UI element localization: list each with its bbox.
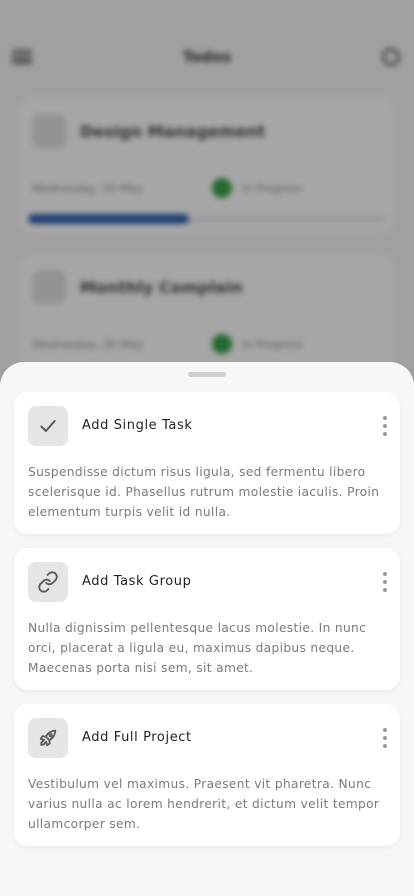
more-options-icon[interactable] (380, 572, 390, 592)
option-title: Add Single Task (82, 418, 193, 433)
link-icon (28, 562, 68, 602)
option-description: Suspendisse dictum risus ligula, sed fer… (28, 465, 380, 519)
add-task-group-option[interactable]: Add Task Group Nulla dignissim pellentes… (14, 548, 400, 690)
sheet-drag-handle[interactable] (188, 372, 226, 377)
more-options-icon[interactable] (380, 416, 390, 436)
option-title: Add Full Project (82, 730, 192, 745)
check-icon (28, 406, 68, 446)
add-full-project-option[interactable]: Add Full Project Vestibulum vel maximus.… (14, 704, 400, 846)
option-description: Nulla dignissim pellentesque lacus moles… (28, 621, 367, 675)
option-description: Vestibulum vel maximus. Praesent vit pha… (28, 777, 380, 831)
option-title: Add Task Group (82, 574, 192, 589)
more-options-icon[interactable] (380, 728, 390, 748)
add-bottom-sheet: Add Single Task Suspendisse dictum risus… (0, 362, 414, 896)
rocket-icon (28, 718, 68, 758)
add-single-task-option[interactable]: Add Single Task Suspendisse dictum risus… (14, 392, 400, 534)
